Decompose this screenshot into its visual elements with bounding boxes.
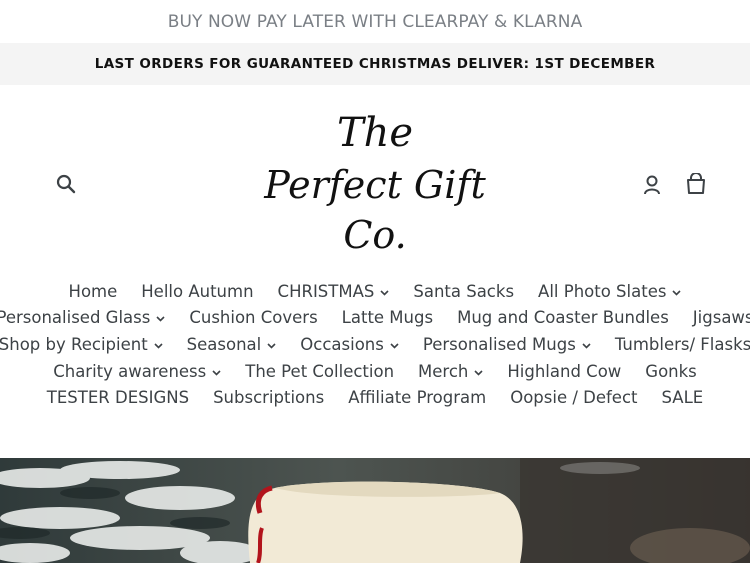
- nav-item-label: Gonks: [645, 361, 697, 381]
- nav-row: Charity awareness The Pet Collection Merch…: [0, 358, 750, 385]
- nav-item-label: Shop by Recipient: [0, 334, 148, 354]
- nav-row: TESTER DESIGNS Subscriptions Affiliate Pro…: [0, 384, 750, 411]
- nav-item-cushion-covers[interactable]: Cushion Covers: [177, 308, 329, 327]
- nav-item-jigsaws[interactable]: Jigsaws: [681, 308, 750, 327]
- nav-item-affiliate-program[interactable]: Affiliate Program: [336, 388, 498, 407]
- promo-text: BUY NOW PAY LATER WITH CLEARPAY & KLARNA: [167, 11, 583, 32]
- nav-item-highland-cow[interactable]: Highland Cow: [495, 362, 633, 381]
- nav-item-personalised-glass[interactable]: Personalised Glass: [0, 308, 177, 327]
- site-logo[interactable]: The Perfect Gift Co.: [245, 105, 505, 263]
- announcement-bar[interactable]: LAST ORDERS FOR GUARANTEED CHRISTMAS DEL…: [0, 43, 750, 85]
- chevron-down-icon: [672, 286, 682, 299]
- nav-item-subscriptions[interactable]: Subscriptions: [201, 388, 336, 407]
- nav-item-label: Latte Mugs: [341, 308, 434, 328]
- nav-item-tester-designs[interactable]: TESTER DESIGNS: [35, 388, 201, 407]
- nav-item-all-photo-slates[interactable]: All Photo Slates: [526, 282, 693, 301]
- nav-row: Home Hello Autumn CHRISTMAS Santa Sacks All …: [0, 278, 750, 305]
- nav-item-home[interactable]: Home: [57, 282, 130, 301]
- nav-item-occasions[interactable]: Occasions: [288, 335, 411, 354]
- nav-item-label: CHRISTMAS: [277, 281, 375, 301]
- nav-item-label: The Pet Collection: [245, 361, 395, 381]
- nav-item-label: Occasions: [300, 334, 384, 354]
- chevron-down-icon: [212, 366, 221, 379]
- chevron-down-icon: [380, 286, 389, 299]
- hero-banner-image: [0, 458, 750, 563]
- cart-button[interactable]: [685, 172, 707, 195]
- site-header: The Perfect Gift Co.: [0, 85, 750, 265]
- nav-item-hello-autumn[interactable]: Hello Autumn: [129, 282, 265, 301]
- nav-item-shop-by-recipient[interactable]: Shop by Recipient: [0, 335, 175, 354]
- chevron-down-icon: [582, 339, 591, 352]
- nav-item-christmas[interactable]: CHRISTMAS: [266, 282, 402, 301]
- promo-banner: BUY NOW PAY LATER WITH CLEARPAY & KLARNA: [0, 0, 750, 43]
- chevron-down-icon: [474, 366, 483, 379]
- main-navigation: Home Hello Autumn CHRISTMAS Santa Sacks All …: [0, 278, 750, 411]
- nav-item-label: Tumblers/ Flasks: [614, 334, 750, 354]
- nav-item-label: Cushion Covers: [189, 308, 318, 328]
- nav-item-oopsie-defect[interactable]: Oopsie / Defect: [498, 388, 649, 407]
- search-button[interactable]: [56, 174, 76, 194]
- nav-item-label: Personalised Mugs: [422, 334, 576, 354]
- nav-item-label: Oopsie / Defect: [510, 388, 638, 408]
- nav-item-gonks[interactable]: Gonks: [633, 362, 709, 381]
- chevron-down-icon: [156, 312, 165, 325]
- nav-item-label: Mug and Coaster Bundles: [457, 308, 669, 328]
- nav-item-label: Subscriptions: [213, 388, 325, 408]
- nav-item-label: TESTER DESIGNS: [46, 388, 190, 408]
- chevron-down-icon: [390, 339, 399, 352]
- logo-line-2: Perfect Gift: [264, 163, 486, 207]
- nav-item-label: Affiliate Program: [348, 388, 487, 408]
- nav-item-label: Personalised Glass: [0, 308, 151, 328]
- nav-item-label: Charity awareness: [53, 361, 207, 381]
- nav-item-latte-mugs[interactable]: Latte Mugs: [330, 308, 445, 327]
- nav-item-label: All Photo Slates: [538, 281, 667, 301]
- search-icon: [56, 174, 76, 194]
- cart-icon: [687, 172, 705, 194]
- nav-row: Shop by Recipient Seasonal Occasions Person…: [0, 331, 750, 358]
- nav-item-seasonal[interactable]: Seasonal: [175, 335, 289, 354]
- nav-item-mug-and-coaster-bundles[interactable]: Mug and Coaster Bundles: [445, 308, 681, 327]
- nav-item-label: Jigsaws: [692, 308, 750, 328]
- nav-item-label: SALE: [661, 388, 704, 408]
- nav-item-tumblers-flasks[interactable]: Tumblers/ Flasks: [603, 335, 750, 354]
- nav-item-santa-sacks[interactable]: Santa Sacks: [401, 282, 526, 301]
- nav-item-charity-awareness[interactable]: Charity awareness: [41, 362, 233, 381]
- nav-row: Personalised Glass Cushion Covers Latte Mu…: [0, 305, 750, 332]
- nav-item-sale[interactable]: SALE: [650, 388, 716, 407]
- nav-item-label: Merch: [418, 361, 469, 381]
- nav-item-label: Seasonal: [186, 334, 262, 354]
- login-button[interactable]: [642, 174, 662, 196]
- nav-item-label: Hello Autumn: [141, 281, 254, 301]
- logo-line-3: Co.: [343, 213, 407, 257]
- nav-item-label: Home: [68, 281, 118, 301]
- chevron-down-icon: [154, 339, 163, 352]
- announcement-text: LAST ORDERS FOR GUARANTEED CHRISTMAS DEL…: [94, 56, 656, 72]
- chevron-down-icon: [267, 339, 276, 352]
- nav-item-the-pet-collection[interactable]: The Pet Collection: [233, 362, 406, 381]
- nav-item-merch[interactable]: Merch: [406, 362, 495, 381]
- nav-item-label: Santa Sacks: [413, 281, 515, 301]
- hero-photo: [0, 458, 750, 563]
- nav-item-label: Highland Cow: [507, 361, 622, 381]
- logo-line-1: The: [336, 110, 414, 156]
- nav-item-personalised-mugs[interactable]: Personalised Mugs: [411, 335, 603, 354]
- user-icon: [644, 175, 660, 195]
